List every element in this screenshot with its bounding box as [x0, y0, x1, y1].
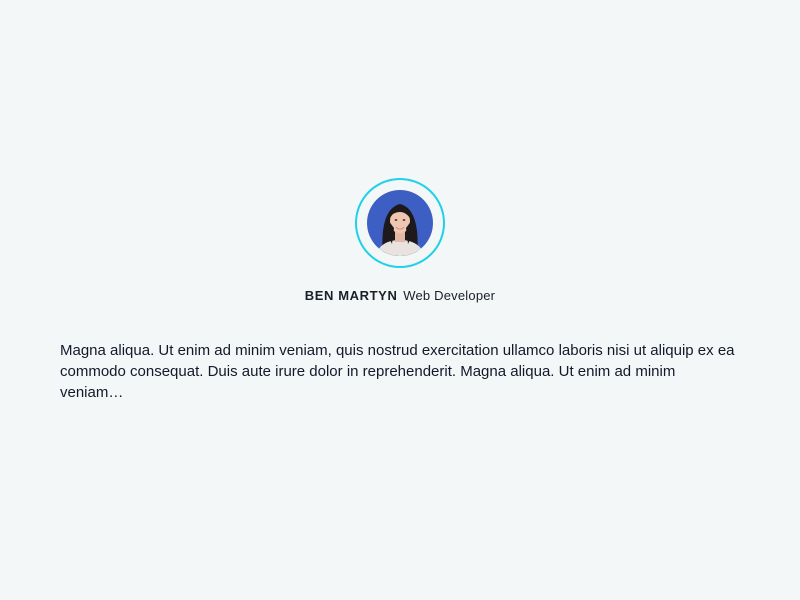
user-avatar-icon: [367, 190, 433, 256]
author-role: Web Developer: [403, 288, 496, 303]
avatar: [367, 190, 433, 256]
testimonial-quote: Magna aliqua. Ut enim ad minim veniam, q…: [60, 342, 735, 401]
author-name: BEN MARTYN: [304, 288, 398, 303]
page: BEN MARTYN Web Developer Magna aliqua. U…: [0, 0, 800, 600]
testimonial-card: BEN MARTYN Web Developer Magna aliqua. U…: [0, 178, 800, 403]
author-line: BEN MARTYN Web Developer: [0, 288, 800, 304]
avatar-ring: [355, 178, 445, 268]
